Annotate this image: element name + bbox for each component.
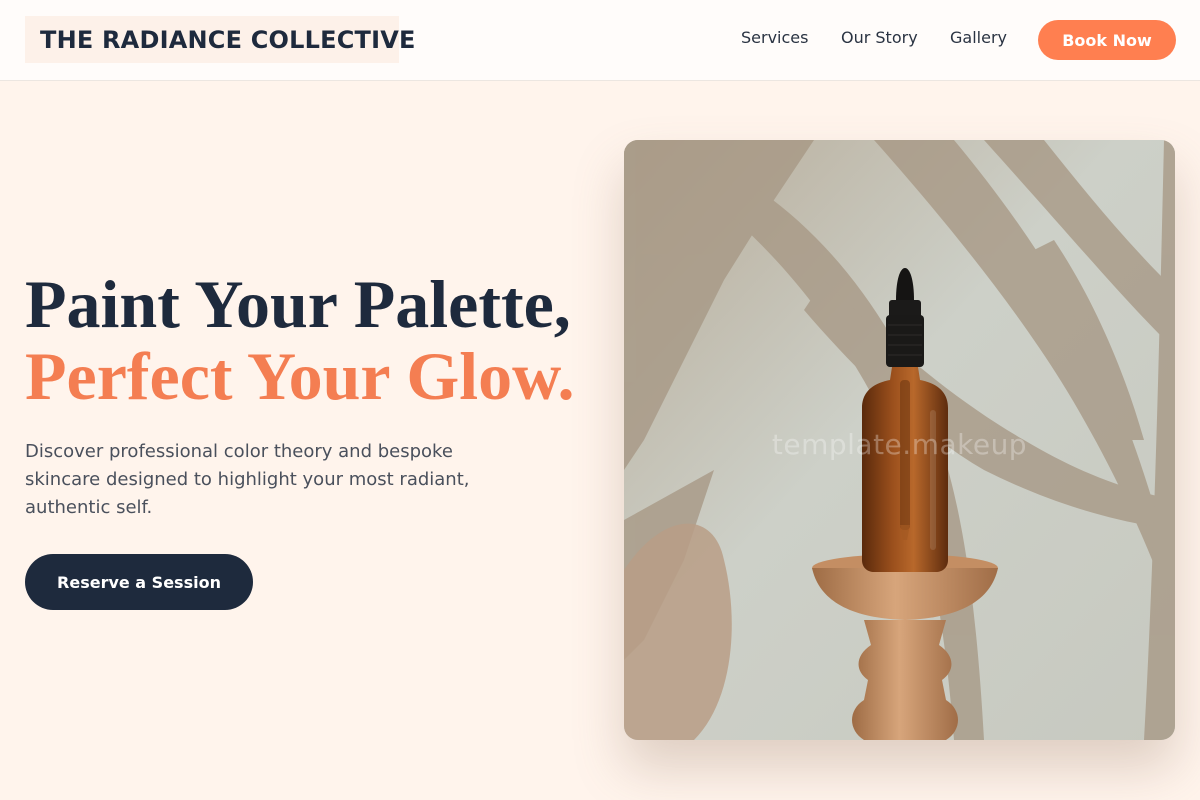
reserve-session-button[interactable]: Reserve a Session [25, 554, 253, 610]
site-header: THE RADIANCE COLLECTIVE Services Our Sto… [0, 0, 1200, 81]
nav-link-services[interactable]: Services [741, 28, 808, 47]
image-watermark: template.makeup [771, 428, 1028, 461]
hero-title-line2: Perfect Your Glow. [25, 338, 575, 414]
nav-link-gallery[interactable]: Gallery [950, 28, 1007, 47]
brand-logo[interactable]: THE RADIANCE COLLECTIVE [25, 16, 415, 63]
book-now-button[interactable]: Book Now [1038, 20, 1176, 60]
nav-link-our-story[interactable]: Our Story [841, 28, 918, 47]
hero-title-line1: Paint Your Palette, [25, 266, 571, 342]
hero-image: template.makeup [624, 140, 1175, 740]
hero-title: Paint Your Palette, Perfect Your Glow. [25, 268, 615, 412]
hero-description: Discover professional color theory and b… [25, 441, 470, 518]
